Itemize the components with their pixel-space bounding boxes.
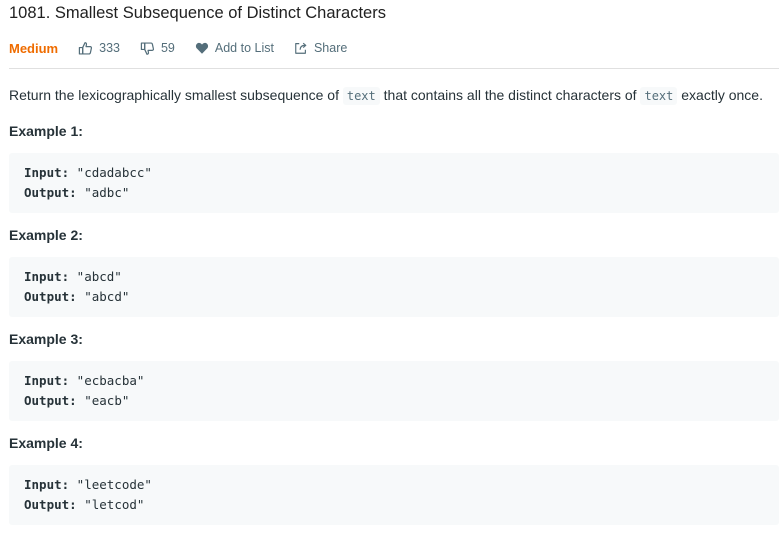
- example-1-input-line: Input: "cdadabcc": [24, 163, 764, 183]
- problem-page: 1081. Smallest Subsequence of Distinct C…: [0, 0, 779, 556]
- dislike-count: 59: [160, 41, 175, 55]
- share-button[interactable]: Share: [294, 41, 347, 55]
- input-label: Input:: [24, 373, 70, 388]
- example-2-output-line: Output: "abcd": [24, 287, 764, 307]
- description-text-2: that contains all the distinct character…: [379, 87, 641, 103]
- example-1-output-line: Output: "adbc": [24, 183, 764, 203]
- input-label: Input:: [24, 269, 70, 284]
- output-label: Output:: [24, 185, 77, 200]
- example-2-title: Example 2:: [9, 227, 83, 243]
- output-value: "letcod": [76, 497, 145, 512]
- example-2-block: Input: "abcd" Output: "abcd": [9, 257, 779, 317]
- example-4-output-line: Output: "letcod": [24, 495, 764, 515]
- like-count: 333: [99, 41, 120, 55]
- example-3-block: Input: "ecbacba" Output: "eacb": [9, 361, 779, 421]
- output-label: Output:: [24, 497, 77, 512]
- example-3-output-line: Output: "eacb": [24, 391, 764, 411]
- add-to-list-label: Add to List: [214, 41, 274, 55]
- like-button[interactable]: 333: [78, 41, 120, 56]
- difficulty-badge: Medium: [9, 40, 59, 56]
- input-value: "cdadabcc": [69, 165, 152, 180]
- input-value: "ecbacba": [69, 373, 145, 388]
- output-value: "adbc": [76, 185, 130, 200]
- description-text-3: exactly once.: [677, 87, 763, 103]
- example-3-title: Example 3:: [9, 331, 83, 347]
- problem-meta-bar: Medium 333 59 Add to List Share: [9, 36, 779, 60]
- input-label: Input:: [24, 477, 70, 492]
- example-1-title: Example 1:: [9, 123, 83, 139]
- dislike-button[interactable]: 59: [140, 41, 175, 56]
- problem-description: Return the lexicographically smallest su…: [9, 85, 779, 106]
- input-value: "leetcode": [69, 477, 152, 492]
- add-to-list-button[interactable]: Add to List: [195, 41, 274, 55]
- output-value: "abcd": [76, 289, 130, 304]
- output-label: Output:: [24, 393, 77, 408]
- thumbs-up-icon: [78, 41, 99, 56]
- example-4-input-line: Input: "leetcode": [24, 475, 764, 495]
- example-3-input-line: Input: "ecbacba": [24, 371, 764, 391]
- output-label: Output:: [24, 289, 77, 304]
- inline-code-text: text: [342, 87, 380, 105]
- description-text-1: Return the lexicographically smallest su…: [9, 87, 343, 103]
- example-2-input-line: Input: "abcd": [24, 267, 764, 287]
- share-label: Share: [313, 41, 348, 55]
- heart-icon: [195, 41, 215, 55]
- input-value: "abcd": [69, 269, 122, 284]
- output-value: "eacb": [76, 393, 130, 408]
- header-divider: [9, 68, 779, 69]
- problem-title: 1081. Smallest Subsequence of Distinct C…: [9, 4, 386, 22]
- thumbs-down-icon: [140, 41, 161, 56]
- example-1-block: Input: "cdadabcc" Output: "adbc": [9, 153, 779, 213]
- example-4-title: Example 4:: [9, 435, 83, 451]
- input-label: Input:: [24, 165, 70, 180]
- inline-code-text: text: [640, 87, 678, 105]
- example-4-block: Input: "leetcode" Output: "letcod": [9, 465, 779, 525]
- share-icon: [294, 41, 314, 55]
